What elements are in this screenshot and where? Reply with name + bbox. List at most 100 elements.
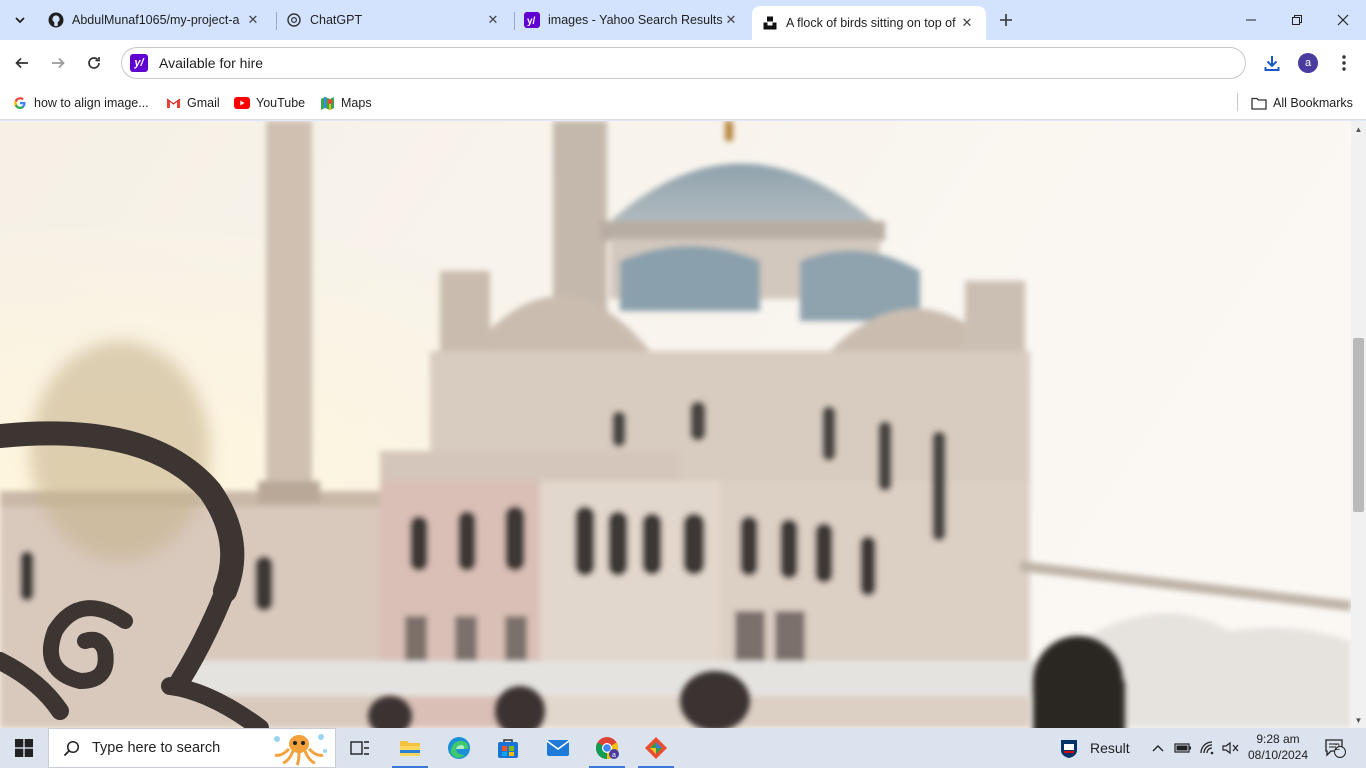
- tab-title: ChatGPT: [310, 13, 363, 27]
- clock-time: 9:28 am: [1256, 732, 1300, 746]
- all-bookmarks-label: All Bookmarks: [1273, 96, 1353, 110]
- folder-icon: [400, 741, 420, 756]
- battery-icon: [1174, 743, 1191, 753]
- scroll-down-icon[interactable]: ▼: [1353, 714, 1364, 726]
- mail-icon: [546, 740, 570, 756]
- start-button[interactable]: [0, 728, 48, 768]
- chrome-button[interactable]: a: [583, 728, 631, 768]
- tab-title: AbdulMunaf1065/my-project-a: [72, 13, 240, 27]
- notifications-button[interactable]: 2: [1324, 728, 1346, 768]
- chevron-up-icon: [1152, 745, 1164, 752]
- show-hidden-icons-button[interactable]: [1151, 728, 1165, 768]
- chevron-down-icon: [15, 17, 25, 24]
- plus-icon: [1000, 14, 1012, 26]
- edge-icon: [448, 737, 470, 759]
- tab-unsplash-active[interactable]: A flock of birds sitting on top of ✕: [752, 6, 986, 40]
- mosque-photo: [0, 121, 1351, 728]
- tab-title: images - Yahoo Search Results: [548, 13, 722, 27]
- battery-button[interactable]: [1174, 728, 1192, 768]
- gmail-icon: [165, 95, 181, 111]
- bookmark-label: how to align image...: [34, 96, 149, 110]
- search-placeholder: Type here to search: [92, 740, 221, 756]
- bookmark-item[interactable]: Maps: [319, 93, 372, 113]
- download-icon: [1264, 56, 1280, 71]
- scroll-up-icon[interactable]: ▲: [1353, 123, 1364, 135]
- edge-button[interactable]: [435, 728, 483, 768]
- file-explorer-button[interactable]: [386, 728, 434, 768]
- github-icon: [48, 12, 64, 28]
- notification-count: 2: [1335, 742, 1341, 752]
- yahoo-icon: y/: [130, 54, 148, 72]
- unsplash-icon: [762, 15, 778, 31]
- chrome-icon: a: [596, 737, 619, 759]
- bookmark-label: Gmail: [187, 96, 220, 110]
- arrow-left-icon: [15, 57, 28, 69]
- restore-button[interactable]: [1274, 0, 1320, 40]
- weather-widget[interactable]: Result: [1060, 728, 1130, 768]
- bookmarks-bar: how to align image... Gmail YouTube Maps…: [0, 86, 1366, 120]
- yahoo-icon: y/: [524, 12, 540, 28]
- git-app-button[interactable]: [632, 728, 680, 768]
- openai-icon: [286, 12, 302, 28]
- avatar: a: [1298, 53, 1318, 73]
- menu-button[interactable]: [1331, 51, 1357, 75]
- wifi-button[interactable]: [1200, 728, 1216, 768]
- store-button[interactable]: [484, 728, 532, 768]
- address-bar[interactable]: y/ Available for hire: [121, 47, 1246, 79]
- search-icon: [63, 740, 80, 756]
- close-icon[interactable]: ✕: [244, 11, 262, 29]
- address-bar-text: Available for hire: [159, 55, 264, 71]
- clock-date: 08/10/2024: [1247, 748, 1309, 762]
- bookmarks-divider: [1237, 93, 1238, 111]
- svg-text:y/: y/: [527, 16, 536, 27]
- clock[interactable]: 9:28 am 08/10/2024: [1243, 731, 1313, 763]
- windows-icon: [15, 739, 33, 757]
- new-tab-button[interactable]: [994, 8, 1018, 32]
- maps-icon: [319, 95, 335, 111]
- bookmark-item[interactable]: Gmail: [165, 93, 220, 113]
- weather-text: Result: [1090, 740, 1130, 756]
- bookmark-label: YouTube: [256, 96, 306, 110]
- svg-text:a: a: [612, 752, 616, 759]
- nfl-icon: [1061, 740, 1077, 758]
- git-icon: [645, 737, 667, 759]
- bookmark-item[interactable]: YouTube: [234, 93, 305, 113]
- tab-strip: AbdulMunaf1065/my-project-a ✕ ChatGPT ✕ …: [0, 0, 1366, 40]
- close-icon[interactable]: ✕: [484, 11, 502, 29]
- wifi-icon: [1200, 741, 1214, 755]
- close-icon[interactable]: ✕: [958, 14, 976, 32]
- folder-icon: [1251, 95, 1267, 111]
- volume-muted-icon: [1222, 741, 1239, 755]
- restore-icon: [1292, 15, 1302, 25]
- volume-button[interactable]: [1222, 728, 1240, 768]
- tab-github[interactable]: AbdulMunaf1065/my-project-a ✕: [38, 4, 272, 36]
- reload-icon: [88, 57, 100, 69]
- store-icon: [498, 739, 518, 758]
- close-icon: [1337, 14, 1349, 26]
- mail-button[interactable]: [534, 728, 582, 768]
- all-bookmarks-button[interactable]: All Bookmarks: [1251, 93, 1353, 113]
- tab-yahoo[interactable]: y/ images - Yahoo Search Results ✕: [514, 4, 750, 36]
- close-icon[interactable]: ✕: [722, 11, 740, 29]
- bookmark-item[interactable]: how to align image...: [12, 93, 149, 113]
- minimize-icon: [1246, 19, 1256, 21]
- close-window-button[interactable]: [1320, 0, 1366, 40]
- windows-taskbar: Type here to search a Result 9:28 am 08/…: [0, 728, 1366, 768]
- more-vertical-icon: [1342, 55, 1346, 71]
- back-button[interactable]: [9, 50, 35, 76]
- bookmark-label: Maps: [341, 96, 372, 110]
- scrollbar-thumb[interactable]: [1353, 338, 1364, 512]
- downloads-button[interactable]: [1259, 51, 1285, 75]
- tab-chatgpt[interactable]: ChatGPT ✕: [276, 4, 512, 36]
- taskbar-search[interactable]: Type here to search: [48, 728, 336, 768]
- task-view-button[interactable]: [336, 728, 384, 768]
- task-view-icon: [350, 741, 369, 755]
- arrow-right-icon: [52, 57, 65, 69]
- tab-search-button[interactable]: [8, 8, 32, 32]
- reload-button[interactable]: [81, 50, 107, 76]
- forward-button[interactable]: [45, 50, 71, 76]
- minimize-button[interactable]: [1228, 0, 1274, 40]
- profile-button[interactable]: a: [1295, 51, 1321, 75]
- tab-title: A flock of birds sitting on top of: [786, 16, 956, 30]
- youtube-icon: [234, 95, 250, 111]
